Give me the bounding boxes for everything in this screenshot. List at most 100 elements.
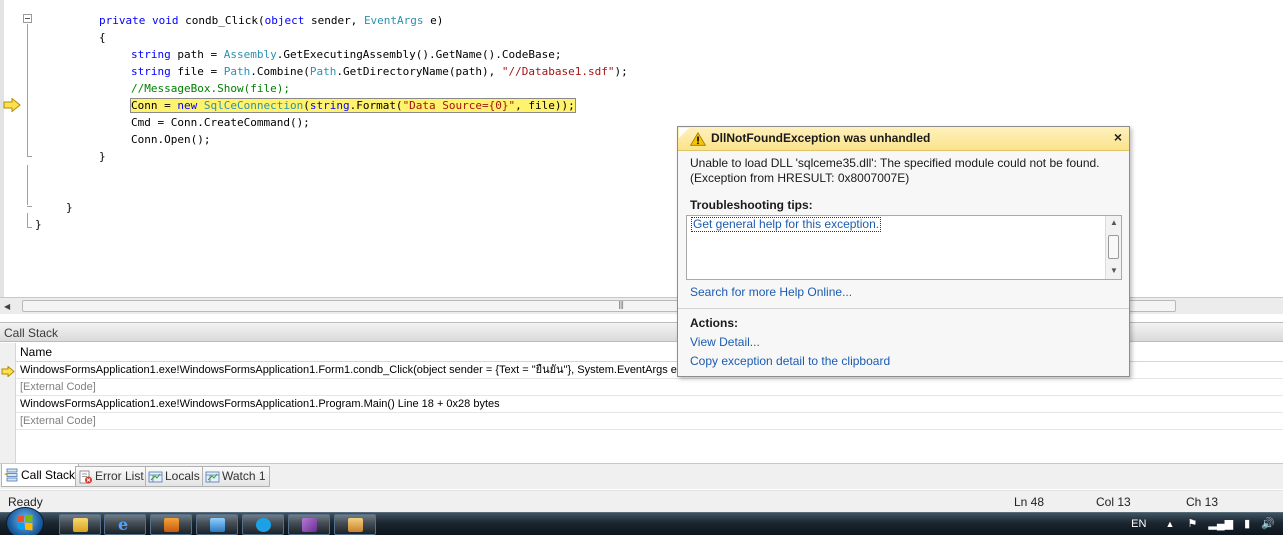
code-token: sender,	[304, 14, 364, 27]
code-token: Conn =	[131, 99, 178, 112]
code-token: .GetExecutingAssembly().GetName().CodeBa…	[276, 48, 562, 61]
stack-frame-row[interactable]: [External Code]	[16, 413, 1283, 430]
popup-pointer	[679, 128, 689, 138]
tab-label: Error List	[95, 469, 144, 483]
outline-line	[27, 24, 28, 156]
keyword-token: private	[99, 14, 146, 27]
show-hidden-icons-icon[interactable]: ▲	[1165, 519, 1174, 529]
tab-call-stack[interactable]: Call Stack	[1, 464, 80, 487]
tab-locals[interactable]: Locals	[145, 466, 204, 487]
call-stack-gutter	[0, 343, 16, 463]
visual-studio-icon	[302, 518, 317, 532]
status-bar: Ready Ln 48 Col 13 Ch 13	[0, 490, 1283, 512]
system-tray: EN ▲ ⚑ ▂▄▆ ▮ 🔊	[1131, 513, 1275, 535]
code-text: string path = Assembly.GetExecutingAssem…	[131, 48, 562, 61]
network-signal-icon[interactable]: ▂▄▆	[1208, 518, 1233, 530]
status-column: Col 13	[1096, 495, 1131, 509]
start-button[interactable]	[6, 507, 44, 535]
taskbar-network[interactable]	[196, 514, 238, 535]
code-line-current: Conn = new SqlCeConnection(string.Format…	[130, 97, 576, 114]
code-line: {	[99, 29, 106, 46]
search-help-online-link[interactable]: Search for more Help Online...	[690, 285, 852, 299]
tab-label: Locals	[165, 469, 200, 483]
code-token: Cmd = Conn.CreateCommand();	[131, 116, 310, 129]
keyword-token: object	[264, 14, 305, 27]
scroll-down-icon[interactable]: ▼	[1110, 266, 1118, 275]
code-text: string file = Path.Combine(Path.GetDirec…	[131, 65, 628, 78]
code-text: private void condb_Click(object sender, …	[99, 14, 443, 27]
view-detail-link[interactable]: View Detail...	[690, 335, 760, 349]
scrollbar-thumb[interactable]	[1108, 235, 1119, 259]
code-token: .Combine(	[250, 65, 310, 78]
scroll-left-icon[interactable]: ◀	[4, 302, 10, 311]
type-token: Assembly	[223, 48, 277, 61]
scroll-up-icon[interactable]: ▲	[1110, 218, 1118, 227]
power-icon[interactable]: ▮	[1244, 518, 1250, 530]
comment-token: //MessageBox.Show(file);	[131, 82, 290, 95]
execution-pointer-icon	[3, 98, 21, 112]
code-text: }	[99, 150, 106, 163]
string-token: "Data Source={0}"	[402, 99, 516, 112]
code-token: path =	[170, 48, 224, 61]
general-help-link[interactable]: Get general help for this exception.	[691, 217, 882, 232]
code-token: file =	[170, 65, 224, 78]
taskbar-app[interactable]	[334, 514, 376, 535]
taskbar-visual-studio[interactable]	[288, 514, 330, 535]
error-list-icon	[79, 470, 92, 483]
taskbar-media-player[interactable]	[150, 514, 192, 535]
status-line: Ln 48	[1014, 495, 1045, 509]
exception-message-line: (Exception from HRESULT: 0x8007007E)	[690, 171, 910, 185]
code-token: }	[66, 201, 73, 214]
outline-line	[27, 156, 32, 157]
tool-window-tabs: Call Stack Error List Locals Watch 1	[0, 463, 1283, 489]
exception-title: DllNotFoundException was unhandled	[711, 131, 931, 145]
collapse-icon[interactable]	[23, 14, 32, 23]
current-frame-icon	[1, 366, 15, 377]
code-token: , file));	[515, 99, 575, 112]
stack-frame-row[interactable]: WindowsFormsApplication1.exe!WindowsForm…	[16, 396, 1283, 413]
tips-heading: Troubleshooting tips:	[690, 198, 813, 212]
outline-gutter	[4, 0, 32, 297]
language-indicator[interactable]: EN	[1131, 518, 1146, 530]
close-icon[interactable]: ×	[1114, 129, 1122, 145]
app-icon	[348, 518, 363, 532]
tab-error-list[interactable]: Error List	[75, 466, 148, 487]
taskbar-internet-explorer[interactable]: e	[104, 514, 146, 535]
status-character: Ch 13	[1186, 495, 1219, 509]
grip-icon: |||	[618, 300, 624, 309]
code-text: Conn.Open();	[131, 133, 210, 146]
outline-line	[27, 227, 32, 228]
code-text: }	[66, 201, 73, 214]
tab-label: Call Stack	[21, 467, 76, 482]
code-line: string file = Path.Combine(Path.GetDirec…	[131, 63, 628, 80]
code-line: }	[99, 148, 106, 165]
taskbar: e EN ▲ ⚑ ▂▄▆ ▮ 🔊	[0, 507, 1283, 535]
exception-header: DllNotFoundException was unhandled ×	[678, 127, 1129, 151]
code-token: e)	[423, 14, 444, 27]
keyword-token: string	[131, 48, 171, 61]
outline-line	[27, 165, 28, 205]
code-token: }	[35, 218, 42, 231]
code-token: );	[614, 65, 628, 78]
keyword-token: void	[151, 14, 179, 27]
copy-exception-detail-link[interactable]: Copy exception detail to the clipboard	[690, 354, 890, 368]
divider	[678, 308, 1129, 309]
code-token: condb_Click(	[178, 14, 265, 27]
volume-icon[interactable]: 🔊	[1261, 518, 1275, 530]
code-line: Cmd = Conn.CreateCommand();	[131, 114, 310, 131]
tab-label: Watch 1	[222, 469, 266, 483]
exception-message-line: Unable to load DLL 'sqlceme35.dll': The …	[690, 156, 1100, 170]
tips-scrollbar[interactable]: ▲ ▼	[1105, 216, 1121, 279]
action-center-icon[interactable]: ⚑	[1187, 518, 1197, 530]
code-token: }	[99, 150, 106, 163]
taskbar-skype[interactable]	[242, 514, 284, 535]
explorer-icon	[73, 518, 88, 532]
tab-watch-1[interactable]: Watch 1	[202, 466, 270, 487]
code-text: Cmd = Conn.CreateCommand();	[131, 116, 310, 129]
stack-frame-row[interactable]: [External Code]	[16, 379, 1283, 396]
code-token: .Format(	[349, 99, 403, 112]
tips-list: Get general help for this exception. ▲ ▼	[686, 215, 1122, 280]
taskbar-explorer[interactable]	[59, 514, 101, 535]
